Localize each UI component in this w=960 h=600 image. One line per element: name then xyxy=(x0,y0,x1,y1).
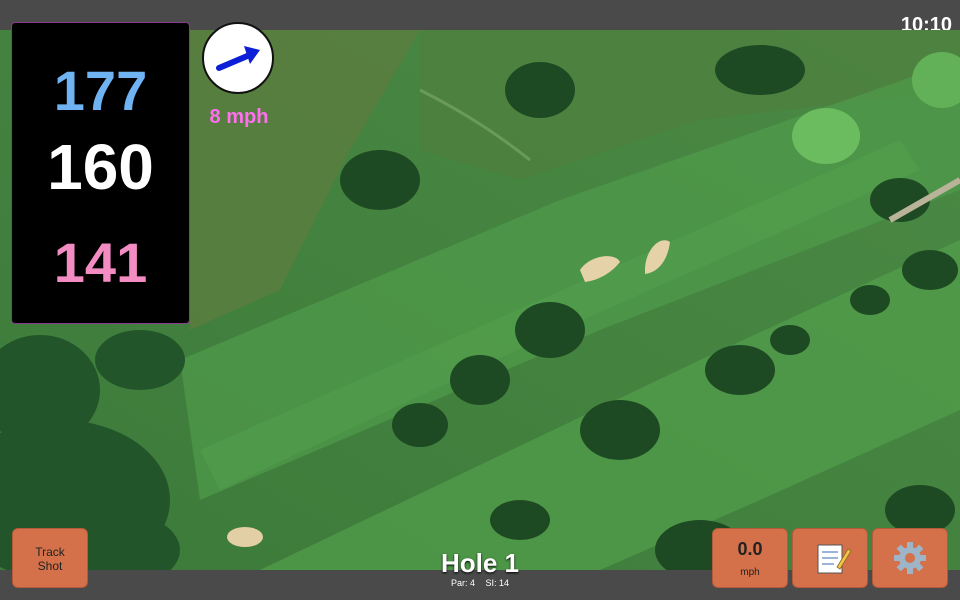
wind-indicator xyxy=(202,22,274,94)
track-shot-label-line1: Track xyxy=(35,545,65,559)
speed-unit: mph xyxy=(740,567,760,578)
hole-title: Hole 1 xyxy=(440,548,520,578)
distance-panel: 177 160 141 xyxy=(11,22,190,324)
front-distance: 141 xyxy=(53,231,148,294)
speed-button[interactable]: 0.0 mph xyxy=(712,528,788,588)
track-shot-button[interactable]: Track Shot xyxy=(12,528,88,588)
wind-speed: 8 mph xyxy=(209,106,269,128)
track-shot-label-line2: Shot xyxy=(37,559,63,573)
hole-par: Par: 4 xyxy=(450,578,475,588)
back-distance: 177 xyxy=(53,59,148,122)
speed-value: 0.0 xyxy=(737,539,763,559)
hole-info: Par: 4 SI: 14 xyxy=(380,578,580,588)
notes-button[interactable] xyxy=(792,528,868,588)
hole-stroke-index: SI: 14 xyxy=(485,578,510,588)
gear-icon xyxy=(894,542,926,574)
middle-distance: 160 xyxy=(47,131,154,203)
settings-button[interactable] xyxy=(872,528,948,588)
wind-arrow-icon xyxy=(216,46,260,71)
notepad-icon xyxy=(817,544,852,574)
